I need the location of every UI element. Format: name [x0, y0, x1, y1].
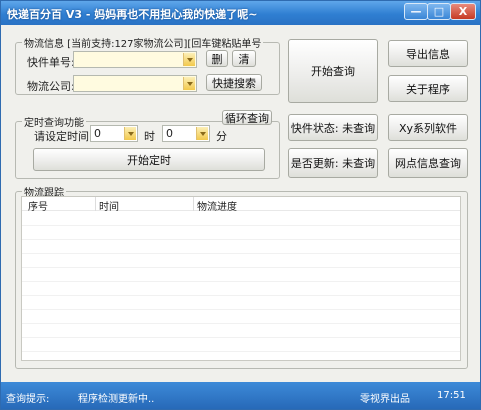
close-button[interactable]: X — [450, 3, 476, 20]
clear-button[interactable]: 清 — [232, 50, 256, 67]
maximize-button[interactable]: □ — [427, 3, 451, 20]
query-group-legend: 物流信息 [当前支持:127家物流公司][回车键粘贴单号 — [24, 39, 262, 50]
minute-value: 0 — [166, 127, 173, 140]
chevron-down-icon[interactable] — [196, 127, 208, 140]
chevron-down-icon[interactable] — [124, 127, 136, 140]
row-line — [22, 267, 460, 268]
hour-unit: 时 — [144, 130, 155, 143]
timer-group-legend: 定时查询功能 — [24, 118, 84, 129]
waybill-status-button[interactable]: 快件状态: 未查询 — [288, 114, 378, 141]
start-timer-button[interactable]: 开始定时 — [33, 148, 265, 171]
xy-software-button[interactable]: Xy系列软件 — [388, 114, 468, 141]
chevron-down-icon[interactable] — [183, 53, 195, 66]
vendor-label: 零视界出品 — [360, 394, 410, 405]
waybill-input[interactable] — [73, 51, 197, 68]
minute-unit: 分 — [216, 130, 227, 143]
status-message: 程序检测更新中.. — [78, 394, 155, 405]
chevron-down-icon[interactable] — [183, 77, 195, 90]
column-divider[interactable] — [95, 197, 96, 211]
tracking-table[interactable]: 序号 时间 物流进度 — [21, 196, 461, 361]
quick-search-button[interactable]: 快捷搜索 — [206, 74, 262, 91]
hour-select[interactable]: 0 — [90, 125, 138, 142]
set-time-label: 请设定时间: — [34, 130, 93, 143]
row-line — [22, 295, 460, 296]
delete-button[interactable]: 删 — [206, 50, 228, 67]
export-info-button[interactable]: 导出信息 — [388, 40, 468, 67]
row-line — [22, 323, 460, 324]
window-title: 快递百分百 V3 - 妈妈再也不用担心我的快递了呢~ — [7, 8, 258, 21]
loop-query-button[interactable]: 循环查询 — [222, 110, 272, 125]
row-line — [22, 309, 460, 310]
title-bar[interactable]: 快递百分百 V3 - 妈妈再也不用担心我的快递了呢~ — □ X — [1, 1, 480, 25]
is-updated-button[interactable]: 是否更新: 未查询 — [288, 148, 378, 178]
company-label: 物流公司: — [27, 80, 75, 93]
minimize-button[interactable]: — — [404, 3, 428, 20]
row-line — [22, 351, 460, 352]
start-query-button[interactable]: 开始查询 — [288, 39, 378, 103]
app-window: 快递百分百 V3 - 妈妈再也不用担心我的快递了呢~ — □ X 物流信息 [当… — [0, 0, 481, 410]
row-line — [22, 281, 460, 282]
status-bar: 查询提示: 程序检测更新中.. 零视界出品 17:51 — [1, 382, 480, 409]
table-header: 序号 时间 物流进度 — [22, 197, 460, 213]
status-clock: 17:51 — [437, 390, 466, 401]
column-header-time[interactable]: 时间 — [99, 198, 119, 213]
waybill-label: 快件单号: — [27, 56, 75, 69]
minute-select[interactable]: 0 — [162, 125, 210, 142]
row-line — [22, 239, 460, 240]
column-header-index[interactable]: 序号 — [28, 198, 48, 213]
about-button[interactable]: 关于程序 — [388, 75, 468, 102]
row-line — [22, 337, 460, 338]
row-line — [22, 253, 460, 254]
status-prompt-label: 查询提示: — [6, 394, 50, 405]
company-select[interactable] — [73, 75, 197, 92]
hour-value: 0 — [94, 127, 101, 140]
column-divider[interactable] — [193, 197, 194, 211]
outlet-query-button[interactable]: 网点信息查询 — [388, 148, 468, 178]
column-header-progress[interactable]: 物流进度 — [197, 198, 237, 213]
row-line — [22, 225, 460, 226]
